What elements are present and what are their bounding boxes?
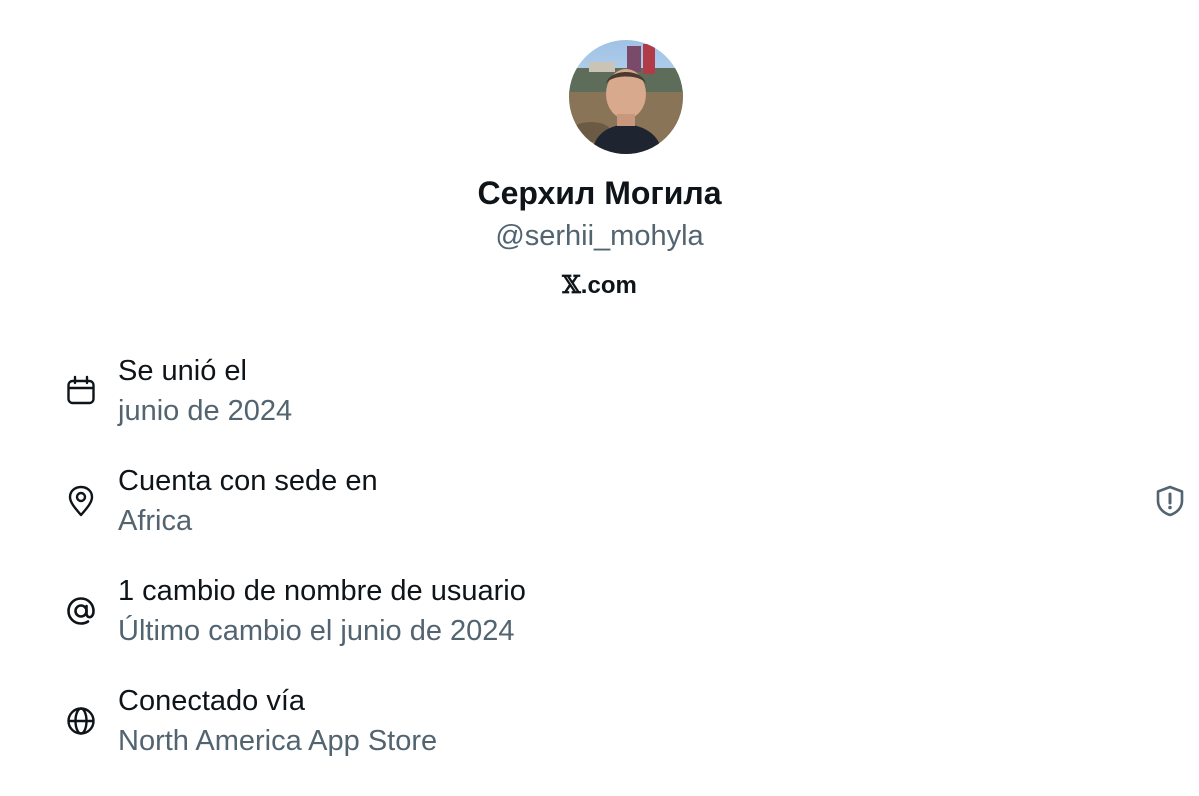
avatar-photo — [569, 40, 683, 154]
platform-domain: .com — [580, 272, 637, 299]
avatar[interactable] — [569, 40, 683, 154]
username-changes-title: 1 cambio de nombre de usuario — [118, 575, 526, 607]
profile-header: Серхил Могила @serhii_mohyla 𝕏.com — [0, 0, 1199, 320]
joined-date-row: Se unió el junio de 2024 — [0, 352, 1199, 448]
platform-label: 𝕏.com — [0, 268, 1199, 303]
joined-value: junio de 2024 — [118, 395, 293, 427]
connected-title: Conectado vía — [118, 685, 306, 717]
username-changes-row: 1 cambio de nombre de usuario Último cam… — [0, 572, 1199, 668]
location-pin-icon — [64, 484, 98, 518]
at-sign-icon — [64, 594, 98, 628]
shield-alert-icon[interactable] — [1154, 484, 1186, 518]
location-title: Cuenta con sede en — [118, 465, 378, 497]
location-value: Africa — [118, 505, 193, 537]
globe-icon — [64, 704, 98, 738]
calendar-icon — [64, 374, 98, 408]
display-name: Серхил Могила — [477, 175, 722, 211]
account-location-row: Cuenta con sede en Africa — [0, 462, 1199, 558]
x-logo-icon: 𝕏 — [562, 270, 581, 299]
username-handle: @serhii_mohyla — [495, 220, 704, 252]
connected-value: North America App Store — [118, 725, 438, 757]
joined-title: Se unió el — [118, 355, 247, 387]
connected-via-row: Conectado vía North America App Store — [0, 682, 1199, 778]
username-changes-value: Último cambio el junio de 2024 — [118, 615, 515, 647]
